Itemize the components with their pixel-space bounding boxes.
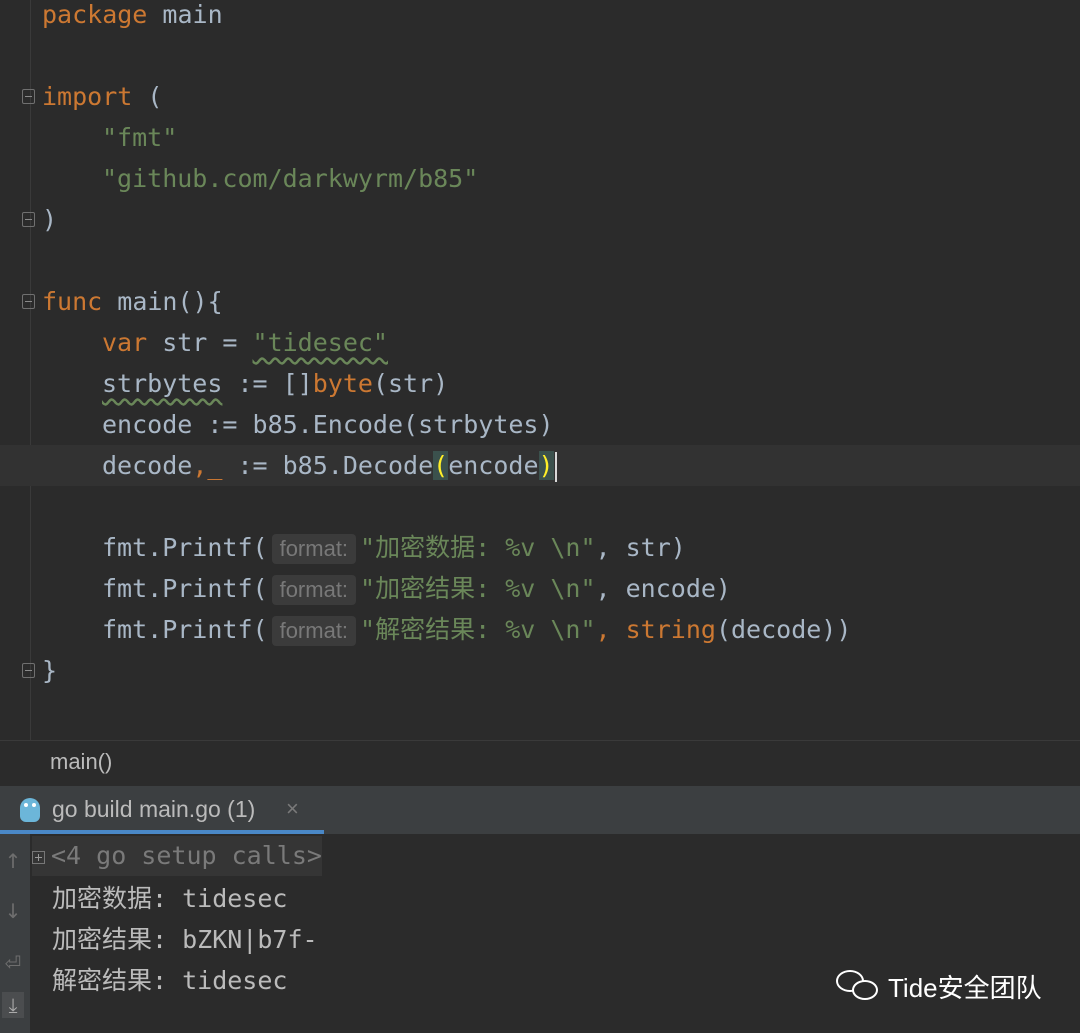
code-line-encode[interactable]: encode := b85.Encode(strbytes) bbox=[0, 404, 1080, 445]
fold-icon[interactable] bbox=[22, 294, 35, 309]
code-text: main bbox=[147, 0, 223, 29]
code-text: := [] bbox=[222, 369, 313, 398]
code-line-import-fmt[interactable]: "fmt" bbox=[0, 117, 1080, 158]
code-editor[interactable]: package main import ( "fmt" "github.com/… bbox=[0, 0, 1080, 740]
console-output-line: 加密数据: tidesec bbox=[52, 884, 288, 913]
code-text: (decode)) bbox=[715, 615, 852, 644]
code-line-import-close[interactable]: ) bbox=[0, 199, 1080, 240]
breadcrumb[interactable]: main() bbox=[0, 740, 1080, 787]
expand-icon[interactable] bbox=[32, 850, 45, 864]
code-text: str = bbox=[147, 328, 253, 357]
code-line-printf-2[interactable]: fmt.Printf(format: "加密结果: %v \n", encode) bbox=[0, 568, 1080, 609]
code-text: (str) bbox=[372, 369, 449, 398]
code-line-printf-3[interactable]: fmt.Printf(format: "解密结果: %v \n", string(… bbox=[0, 609, 1080, 650]
wechat-icon bbox=[836, 968, 880, 1004]
keyword: import bbox=[42, 82, 133, 111]
code-text: fmt.Printf( bbox=[102, 615, 268, 644]
fold-icon[interactable] bbox=[22, 212, 35, 227]
code-line-decode-current[interactable]: decode,_ := b85.Decode(encode) bbox=[0, 445, 1080, 486]
code-text: ( bbox=[132, 82, 163, 111]
code-line-var[interactable]: var str = "tidesec" bbox=[0, 322, 1080, 363]
code-line-strbytes[interactable]: strbytes := []byte(str) bbox=[0, 363, 1080, 404]
parameter-hint: format: bbox=[271, 575, 357, 605]
soft-wrap-icon[interactable]: ⏎ bbox=[2, 950, 24, 976]
code-line-1[interactable]: package main bbox=[0, 0, 1080, 35]
run-tab[interactable]: go build main.go (1) × bbox=[0, 786, 324, 834]
keyword: func bbox=[42, 287, 103, 316]
string-literal: "fmt" bbox=[102, 123, 178, 152]
close-icon[interactable]: × bbox=[286, 796, 299, 822]
fold-icon[interactable] bbox=[22, 663, 35, 678]
run-tool-window-tabs: go build main.go (1) × bbox=[0, 786, 1080, 834]
watermark: Tide安全团队 bbox=[836, 964, 1042, 1008]
punctuation: ,_ bbox=[192, 451, 223, 480]
go-gopher-icon bbox=[20, 798, 40, 822]
parameter-hint: format: bbox=[271, 534, 357, 564]
run-tab-label: go build main.go (1) bbox=[52, 796, 256, 822]
code-text: } bbox=[42, 656, 58, 685]
identifier: strbytes bbox=[102, 369, 223, 398]
code-line-import[interactable]: import ( bbox=[0, 76, 1080, 117]
code-text: fmt.Printf( bbox=[102, 533, 268, 562]
watermark-text: Tide安全团队 bbox=[888, 972, 1042, 1003]
arrow-up-icon[interactable]: ↑ bbox=[2, 848, 24, 874]
keyword: package bbox=[42, 0, 148, 29]
code-text: , str) bbox=[595, 533, 686, 562]
code-line-func-close[interactable]: } bbox=[0, 650, 1080, 691]
arrow-down-icon[interactable]: ↓ bbox=[2, 898, 24, 924]
text-caret bbox=[554, 452, 557, 482]
code-line-printf-1[interactable]: fmt.Printf(format: "加密数据: %v \n", str) bbox=[0, 527, 1080, 568]
matched-paren: ) bbox=[538, 451, 554, 480]
code-text: encode bbox=[448, 451, 539, 480]
go-setup-calls-fold[interactable]: <4 go setup calls> bbox=[32, 836, 322, 876]
code-text: , encode) bbox=[595, 574, 731, 603]
console-output-line: 解密结果: tidesec bbox=[52, 966, 288, 995]
code-text: encode := b85.Encode(strbytes) bbox=[102, 410, 554, 439]
parameter-hint: format: bbox=[271, 616, 357, 646]
string-literal: "解密结果: %v \n" bbox=[360, 615, 596, 644]
code-text: ) bbox=[42, 205, 58, 234]
setup-calls-label: <4 go setup calls> bbox=[51, 841, 322, 870]
code-text: := b85.Decode bbox=[222, 451, 434, 480]
code-line-import-b85[interactable]: "github.com/darkwyrm/b85" bbox=[0, 158, 1080, 199]
string-literal: "tidesec" bbox=[252, 328, 388, 357]
scroll-to-end-icon[interactable]: ⤓ bbox=[2, 992, 24, 1018]
code-text: main(){ bbox=[102, 287, 223, 316]
code-line-func[interactable]: func main(){ bbox=[0, 281, 1080, 322]
breadcrumb-item[interactable]: main() bbox=[50, 749, 112, 775]
code-text: fmt.Printf( bbox=[102, 574, 268, 603]
code-text: decode bbox=[102, 451, 193, 480]
builtin-function: , string bbox=[595, 615, 716, 644]
string-literal: "github.com/darkwyrm/b85" bbox=[102, 164, 479, 193]
fold-icon[interactable] bbox=[22, 89, 35, 104]
string-literal: "加密数据: %v \n" bbox=[360, 533, 596, 562]
matched-paren: ( bbox=[433, 451, 449, 480]
string-literal: "加密结果: %v \n" bbox=[360, 574, 596, 603]
console-toolbar: ↑ ↓ ⏎ ⤓ bbox=[0, 834, 30, 1033]
keyword: var bbox=[102, 328, 148, 357]
type-name: byte bbox=[312, 369, 373, 398]
console-output-line: 加密结果: bZKN|b7f- bbox=[52, 925, 318, 954]
